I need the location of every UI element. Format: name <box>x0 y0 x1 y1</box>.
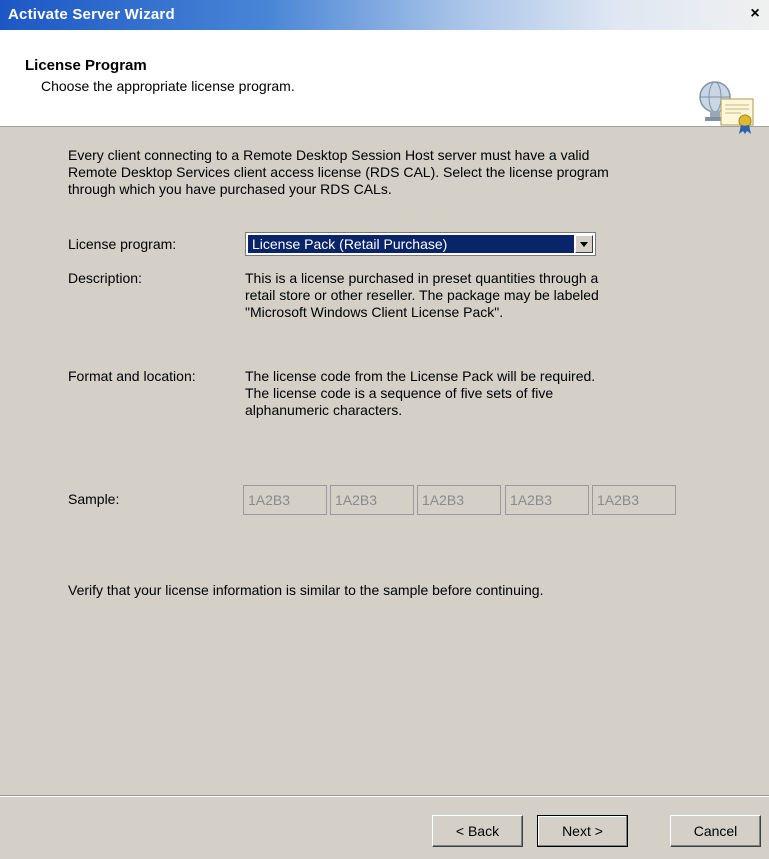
description-line: "Microsoft Windows Client License Pack". <box>245 304 504 320</box>
format-line: The license code is a sequence of five s… <box>245 385 554 401</box>
wizard-header: License Program Choose the appropriate l… <box>0 30 769 134</box>
description-line: retail store or other reseller. The pack… <box>245 287 599 303</box>
sample-label: Sample: <box>68 491 120 507</box>
verify-text: Verify that your license information is … <box>68 582 544 598</box>
license-program-selected: License Pack (Retail Purchase) <box>248 235 574 253</box>
title-bar: Activate Server Wizard × <box>0 0 769 30</box>
format-line: alphanumeric characters. <box>245 402 403 418</box>
sample-field-5: 1A2B3 <box>592 485 676 515</box>
intro-line: through which you have purchased your RD… <box>68 181 392 197</box>
sample-field-4: 1A2B3 <box>505 485 589 515</box>
back-button[interactable]: < Back <box>432 815 523 847</box>
window-title: Activate Server Wizard <box>8 6 175 23</box>
chevron-down-icon <box>580 242 588 247</box>
page-subtitle: Choose the appropriate license program. <box>41 78 295 94</box>
license-program-label: License program: <box>68 236 177 252</box>
close-button[interactable]: × <box>745 4 765 24</box>
intro-line: Remote Desktop Services client access li… <box>68 164 609 180</box>
description-line: This is a license purchased in preset qu… <box>245 270 599 286</box>
footer-divider <box>0 795 769 797</box>
sample-field-3: 1A2B3 <box>417 485 501 515</box>
sample-field-1: 1A2B3 <box>243 485 327 515</box>
server-license-icon <box>699 81 754 134</box>
description-label: Description: <box>68 270 142 286</box>
license-program-dropdown[interactable]: License Pack (Retail Purchase) <box>245 232 596 256</box>
sample-field-2: 1A2B3 <box>330 485 414 515</box>
page-title: License Program <box>25 57 147 74</box>
intro-line: Every client connecting to a Remote Desk… <box>68 147 590 163</box>
intro-text: Every client connecting to a Remote Desk… <box>68 147 708 198</box>
description-text: This is a license purchased in preset qu… <box>245 270 665 321</box>
cancel-button[interactable]: Cancel <box>670 815 761 847</box>
dropdown-button[interactable] <box>575 235 593 253</box>
format-text: The license code from the License Pack w… <box>245 368 665 419</box>
next-button[interactable]: Next > <box>537 815 628 847</box>
format-label: Format and location: <box>68 368 196 384</box>
format-line: The license code from the License Pack w… <box>245 368 596 384</box>
